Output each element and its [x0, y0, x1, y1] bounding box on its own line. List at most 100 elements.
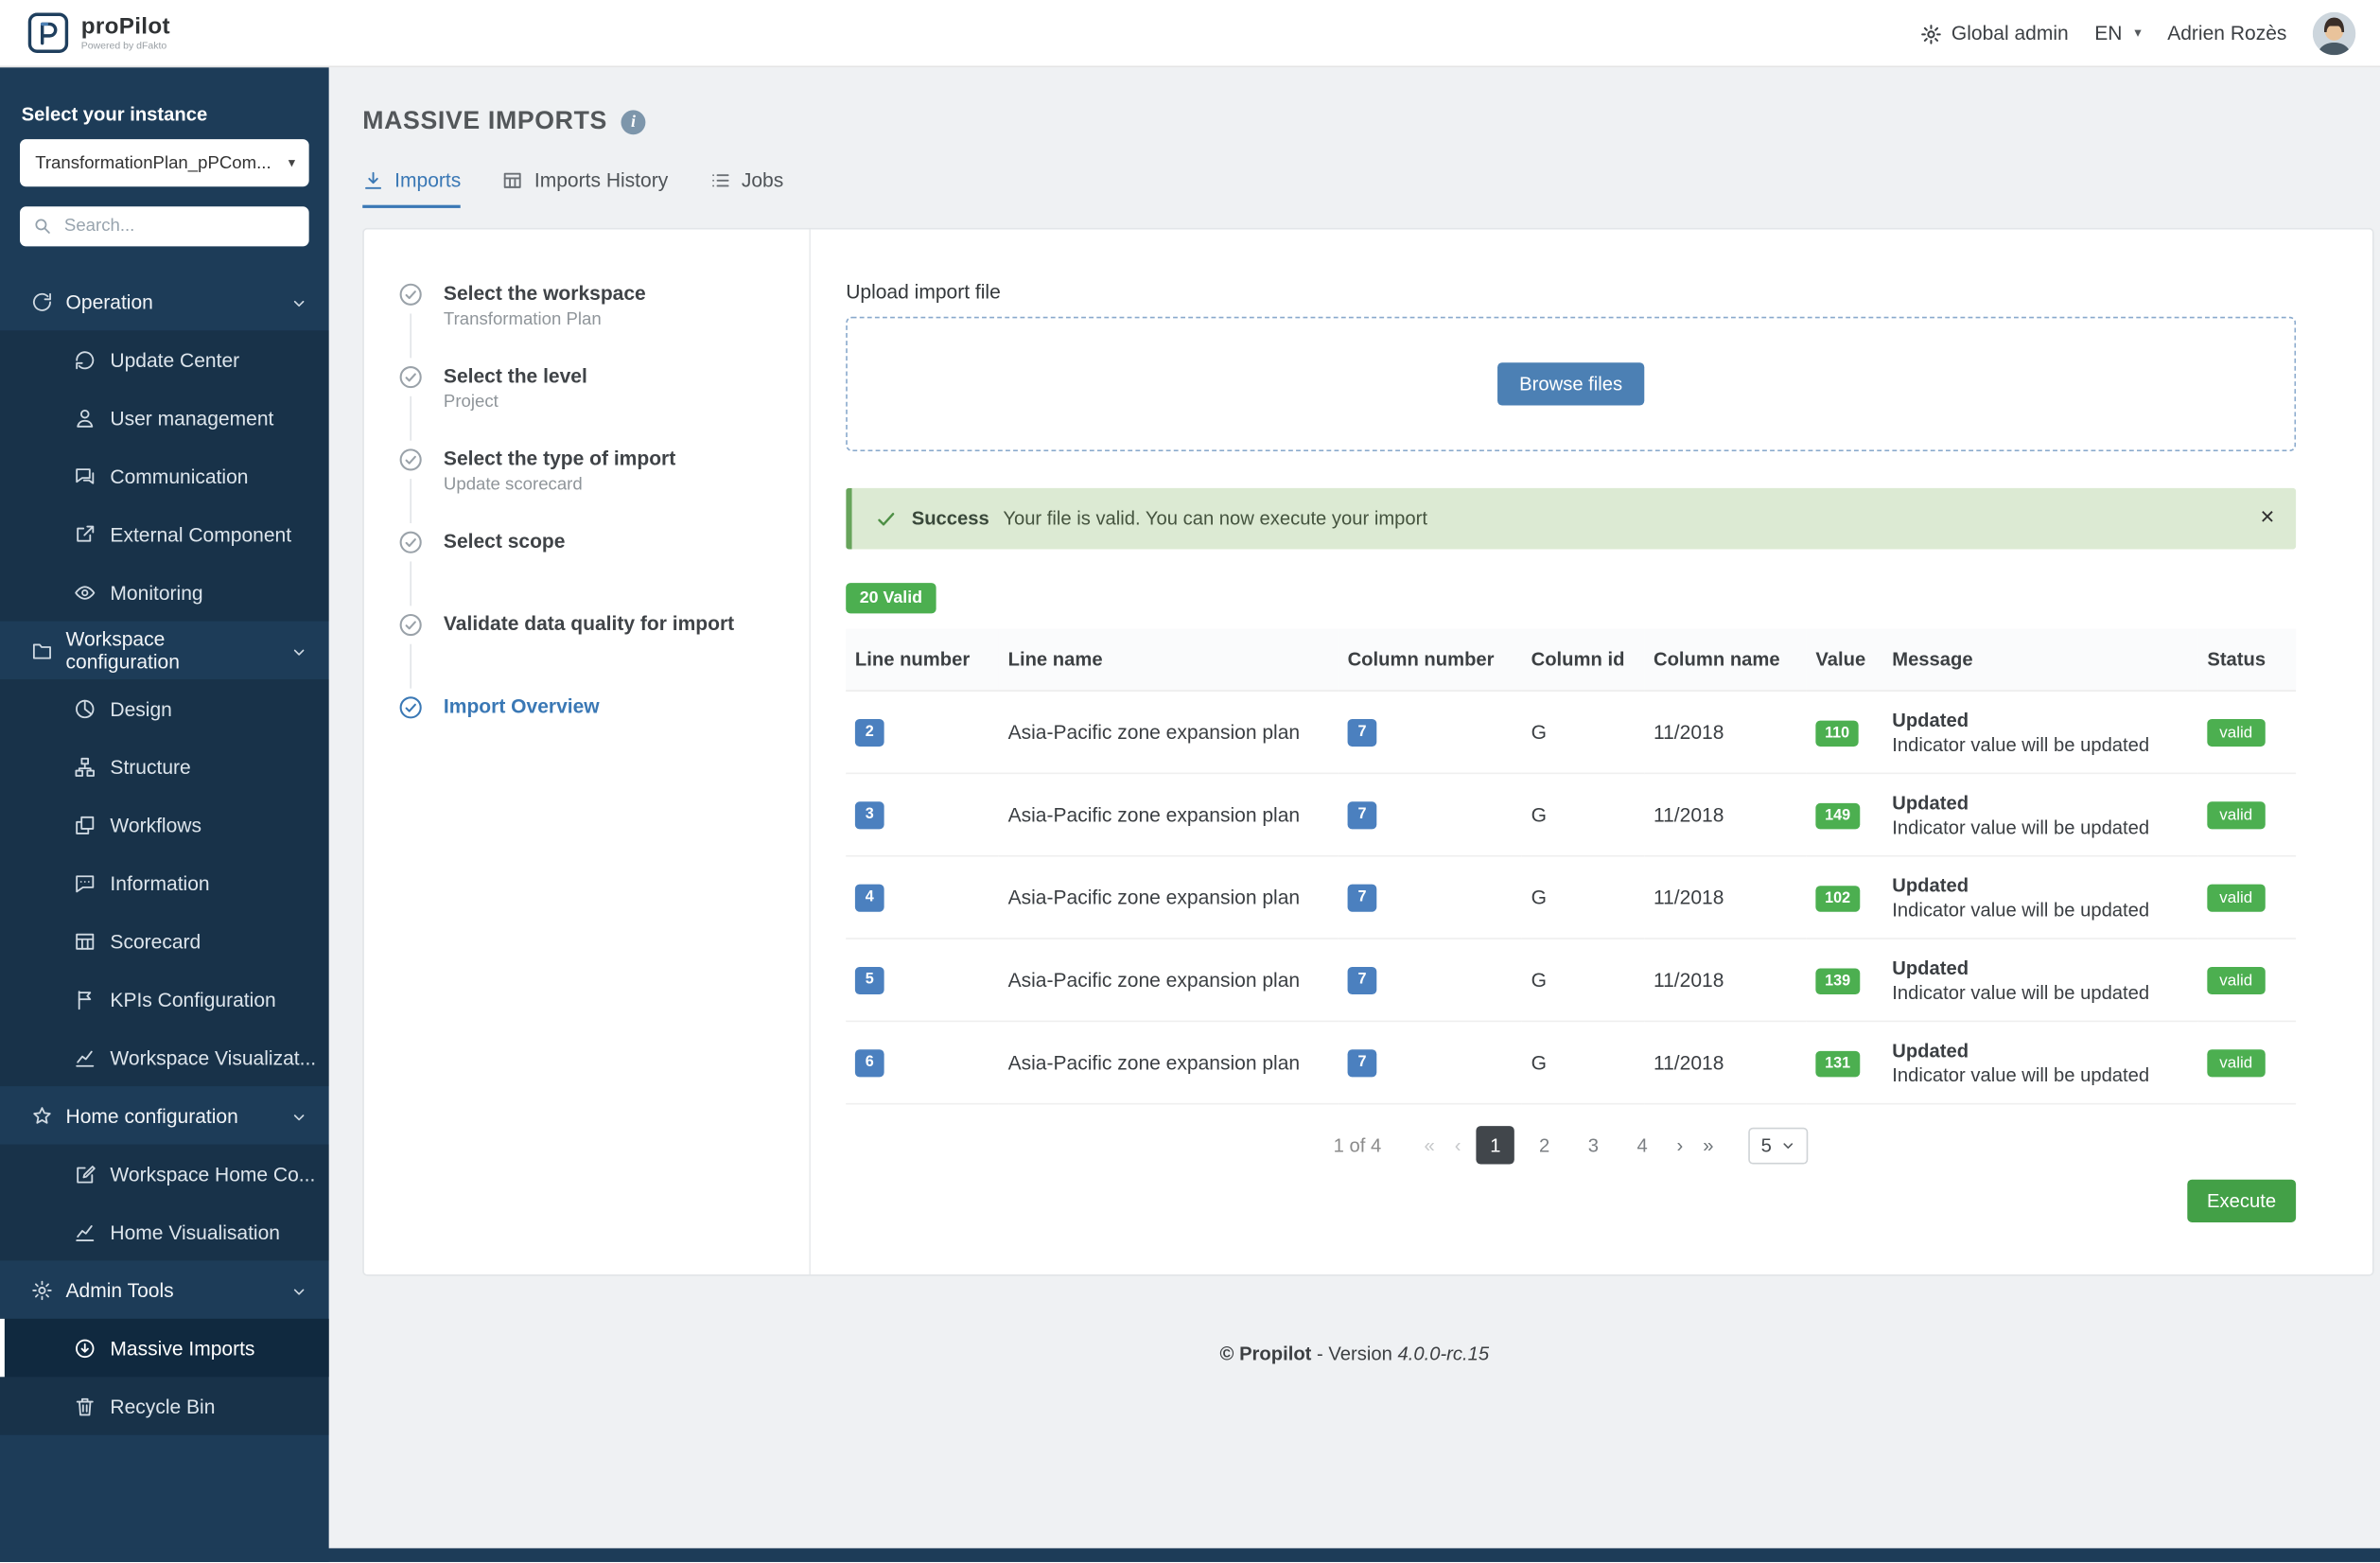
sidebar-section-label: Operation: [66, 290, 153, 312]
step-import-overview[interactable]: Import Overview: [397, 694, 784, 777]
global-admin-menu[interactable]: Global admin: [1919, 21, 2069, 45]
chevron-down-icon: [290, 639, 307, 661]
sidebar-section-label: Home configuration: [66, 1104, 238, 1127]
tab-label: Jobs: [742, 168, 783, 191]
sidebar-nav: Operation Update Center User managementCom…: [0, 272, 329, 1435]
table-row: 5Asia-Pacific zone expansion plan7G11/20…: [846, 939, 2296, 1021]
sidebar-item-information[interactable]: Information: [0, 853, 329, 911]
sidebar-item-workspace-home-co[interactable]: Workspace Home Co...: [0, 1145, 329, 1203]
value-badge: 110: [1815, 720, 1859, 746]
edit-icon: [74, 1162, 96, 1185]
language-selector[interactable]: EN ▾: [2094, 22, 2141, 44]
search-input[interactable]: [61, 216, 297, 237]
chevron-down-icon: ▾: [289, 154, 295, 171]
sidebar-item-communication[interactable]: Communication: [0, 447, 329, 504]
alert-title: Success: [912, 508, 989, 530]
sidebar-section-operation[interactable]: Operation: [0, 272, 329, 330]
column-number-badge: 7: [1348, 884, 1377, 911]
tab-imports[interactable]: Imports: [362, 168, 461, 208]
column-id-cell: G: [1522, 1021, 1644, 1103]
app-window: proPilot Powered by dFakto Global admin …: [0, 0, 2380, 1562]
line-number-badge: 4: [855, 884, 884, 911]
last-page-icon[interactable]: »: [1698, 1134, 1718, 1156]
trash-icon: [74, 1395, 96, 1417]
page-button-2[interactable]: 2: [1525, 1126, 1563, 1164]
first-page-icon[interactable]: «: [1420, 1134, 1440, 1156]
next-page-icon[interactable]: ›: [1672, 1134, 1688, 1156]
info-icon[interactable]: i: [621, 110, 646, 134]
sidebar-item-recycle-bin[interactable]: Recycle Bin: [0, 1377, 329, 1434]
status-badge: valid: [2207, 884, 2265, 911]
page-button-3[interactable]: 3: [1574, 1126, 1612, 1164]
flag-icon: [74, 988, 96, 1010]
step-subtitle: Project: [444, 394, 785, 412]
footer-version-label: - Version: [1317, 1343, 1392, 1365]
sidebar-item-workflows[interactable]: Workflows: [0, 796, 329, 853]
step-title: Validate data quality for import: [444, 612, 785, 637]
refresh-icon: [74, 348, 96, 371]
sidebar-item-home-visualisation[interactable]: Home Visualisation: [0, 1203, 329, 1260]
browse-files-button[interactable]: Browse files: [1498, 362, 1644, 405]
message-detail: Indicator value will be updated: [1892, 981, 2185, 1003]
check-circle-icon: [397, 282, 423, 309]
close-icon[interactable]: ×: [2260, 506, 2274, 531]
sidebar-item-structure[interactable]: Structure: [0, 737, 329, 795]
eye-icon: [74, 581, 96, 604]
step-select-the-level[interactable]: Select the levelProject: [397, 364, 784, 447]
message-detail: Indicator value will be updated: [1892, 733, 2185, 755]
download-icon: [362, 169, 384, 191]
execute-button[interactable]: Execute: [2187, 1180, 2296, 1222]
step-select-the-type-of-import[interactable]: Select the type of importUpdate scorecar…: [397, 447, 784, 529]
download-circle-icon: [74, 1336, 96, 1359]
sidebar-item-workspace-visualizat[interactable]: Workspace Visualizat...: [0, 1028, 329, 1086]
brand-text: proPilot Powered by dFakto: [81, 14, 170, 51]
sidebar-section-workspace-configuration[interactable]: Workspace configuration: [0, 622, 329, 679]
table-row: 3Asia-Pacific zone expansion plan7G11/20…: [846, 773, 2296, 855]
chat-icon: [74, 465, 96, 487]
check-circle-icon: [397, 364, 423, 392]
message-title: Updated: [1892, 874, 2185, 896]
sidebar-item-design[interactable]: Design: [0, 679, 329, 737]
alert-message: Your file is valid. You can now execute …: [1003, 508, 1427, 530]
sidebar-item-label: Monitoring: [110, 581, 202, 604]
import-card: Select the workspaceTransformation PlanS…: [362, 228, 2373, 1276]
page-button-1[interactable]: 1: [1477, 1126, 1514, 1164]
sidebar-item-label: KPIs Configuration: [110, 988, 275, 1010]
user-name[interactable]: Adrien Rozès: [2167, 22, 2286, 44]
app-logo[interactable]: proPilot Powered by dFakto: [27, 12, 170, 54]
sidebar-item-external-component[interactable]: External Component: [0, 505, 329, 563]
sidebar-item-update-center[interactable]: Update Center: [0, 330, 329, 388]
sidebar-item-kpis-configuration[interactable]: KPIs Configuration: [0, 970, 329, 1027]
step-select-the-workspace[interactable]: Select the workspaceTransformation Plan: [397, 282, 784, 364]
prev-page-icon[interactable]: ‹: [1450, 1134, 1465, 1156]
page-button-4[interactable]: 4: [1623, 1126, 1661, 1164]
sitemap-icon: [74, 755, 96, 778]
footer-copyright: © Propilot: [1220, 1343, 1312, 1365]
tab-jobs[interactable]: Jobs: [709, 168, 783, 208]
step-validate-data-quality-for-import[interactable]: Validate data quality for import: [397, 612, 784, 694]
pie-chart-icon: [74, 697, 96, 720]
sidebar-section-home-configuration[interactable]: Home configuration: [0, 1086, 329, 1144]
step-select-scope[interactable]: Select scope: [397, 529, 784, 611]
message-title: Updated: [1892, 709, 2185, 730]
sidebar-item-scorecard[interactable]: Scorecard: [0, 912, 329, 970]
column-name-cell: 11/2018: [1644, 773, 1806, 855]
sidebar-item-user-management[interactable]: User management: [0, 389, 329, 447]
instance-select[interactable]: TransformationPlan_pPCom... ▾: [20, 139, 309, 186]
line-number-badge: 5: [855, 967, 884, 994]
file-dropzone[interactable]: Browse files: [846, 317, 2296, 451]
sidebar-item-label: Home Visualisation: [110, 1221, 280, 1243]
avatar-image: [2313, 11, 2355, 54]
sidebar-item-label: Update Center: [110, 348, 239, 371]
step-title: Import Overview: [444, 694, 785, 719]
check-circle-icon: [397, 694, 423, 722]
search-box[interactable]: [20, 206, 309, 246]
sidebar-item-label: Massive Imports: [110, 1336, 254, 1359]
sidebar-item-massive-imports[interactable]: Massive Imports: [0, 1319, 329, 1377]
avatar[interactable]: [2313, 11, 2355, 54]
page-size-select[interactable]: 5: [1749, 1127, 1809, 1164]
sidebar-section-admin-tools[interactable]: Admin Tools: [0, 1260, 329, 1318]
sidebar-item-monitoring[interactable]: Monitoring: [0, 563, 329, 621]
tab-imports-history[interactable]: Imports History: [502, 168, 668, 208]
tab-bar: Imports Imports History Jobs: [362, 168, 2380, 208]
